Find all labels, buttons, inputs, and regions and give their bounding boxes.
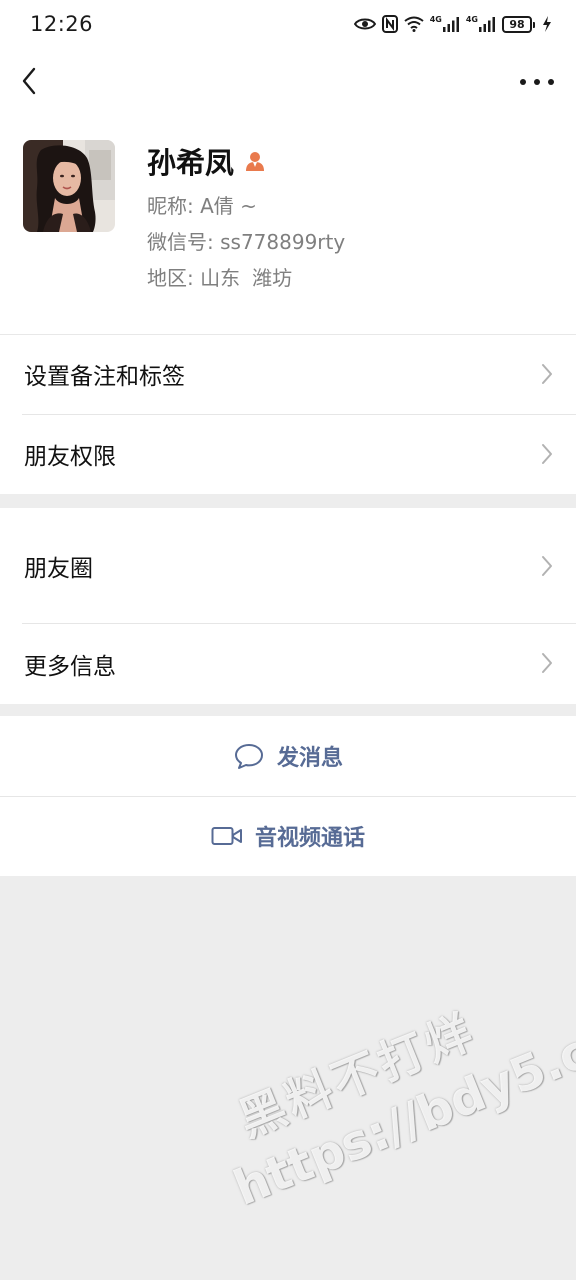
profile-card: 孙希凤 昵称: A倩 ~ 微信号: ss778899rty 地区: 山东 潍坊 [0,118,576,334]
wechat-id-value[interactable]: ss778899rty [220,230,345,254]
video-camera-icon [211,827,242,845]
more-dot [548,79,554,85]
list-item-label: 朋友权限 [24,444,116,470]
charging-icon [543,16,551,32]
status-bar: 12:26 4G 4G 98 [0,0,576,48]
nav-bar [0,48,576,118]
remark-and-tags-row[interactable]: 设置备注和标签 [0,334,576,414]
send-message-button[interactable]: 发消息 [0,716,576,796]
more-info-row[interactable]: 更多信息 [0,623,576,704]
chevron-right-icon [542,653,552,673]
watermark: 黑料不打烊 https://bdy5.co [200,943,576,1216]
chevron-right-icon [542,364,552,384]
region-line: 地区: 山东 潍坊 [147,262,292,291]
send-message-label: 发消息 [276,746,343,771]
nickname-line: 昵称: A倩 ~ [147,190,257,219]
video-call-label: 音视频通话 [254,826,365,851]
eye-icon [353,18,376,30]
list-item-label: 设置备注和标签 [24,364,185,390]
chevron-left-icon [22,67,36,95]
battery-indicator: 98 [502,15,535,33]
video-call-button[interactable]: 音视频通话 [0,796,576,876]
settings-group: 设置备注和标签 朋友权限 [0,334,576,494]
friend-permissions-row[interactable]: 朋友权限 [0,414,576,494]
region-label: 地区: [147,266,194,290]
person-badge-icon [246,152,265,171]
wifi-icon [404,16,424,32]
network-type-label-1: 4G [429,14,442,24]
region-city: 潍坊 [252,266,293,290]
chevron-right-icon [542,556,552,576]
list-item-label: 朋友圈 [24,555,93,582]
region-province: 山东 [200,266,241,290]
avatar-image [23,140,115,232]
status-icons: 4G 4G 98 [353,14,552,33]
nickname-label: 昵称: [147,194,194,218]
more-button[interactable] [520,72,554,92]
profile-name-row: 孙希凤 [147,140,266,182]
back-button[interactable] [14,64,50,100]
more-dot [520,79,526,85]
profile-name: 孙希凤 [147,146,235,180]
chevron-right-icon [542,444,552,464]
more-dot [534,79,540,85]
signal-icon-1 [442,17,459,32]
nickname-value: A倩 ~ [200,194,257,218]
actions-group: 发消息 音视频通话 [0,716,576,876]
list-item-label: 更多信息 [24,653,116,680]
chat-bubble-icon [234,744,263,769]
network-type-label-2: 4G [465,14,478,24]
status-time: 12:26 [30,12,94,36]
info-group: 朋友圈 更多信息 [0,508,576,704]
nfc-icon [381,15,398,33]
moments-row[interactable]: 朋友圈 [0,508,576,623]
avatar[interactable] [23,140,115,232]
wechat-id-line: 微信号: ss778899rty [147,226,345,255]
wechat-id-label: 微信号: [147,230,214,254]
contact-profile-page: 12:26 4G 4G 98 孙希凤 昵称: A倩 ~ 微信号: ss77889… [0,0,576,1280]
signal-icon-2 [479,17,495,32]
